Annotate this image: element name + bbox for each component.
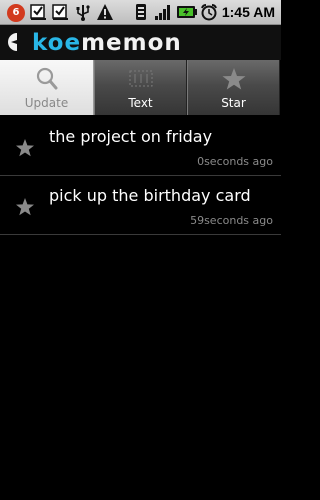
usb-icon: [76, 5, 90, 21]
text-icon: [129, 70, 152, 87]
memo-list: the project on friday 0seconds ago pick …: [0, 117, 281, 235]
tab-bar: Update Text Star: [0, 60, 281, 115]
tab-text[interactable]: Text: [94, 60, 187, 115]
memo-text: the project on friday: [49, 127, 213, 146]
battery-icon: [177, 6, 197, 18]
tab-star[interactable]: Star: [187, 60, 280, 115]
tab-update-label: Update: [24, 96, 69, 110]
tab-update[interactable]: Update: [0, 60, 94, 115]
list-item[interactable]: the project on friday 0seconds ago: [0, 117, 281, 176]
tab-star-label: Star: [221, 96, 246, 110]
memo-text: pick up the birthday card: [49, 186, 251, 205]
alarm-icon: [201, 4, 217, 21]
status-time: 1:45 AM: [221, 4, 275, 20]
list-item[interactable]: pick up the birthday card 59seconds ago: [0, 176, 281, 235]
notification-count: 6: [12, 7, 20, 18]
tab-text-label: Text: [128, 96, 153, 110]
status-bar: 6 1:45 AM: [0, 0, 281, 25]
signal-icon: [155, 5, 170, 20]
star-icon[interactable]: [15, 138, 35, 158]
download-icon: [52, 4, 68, 20]
app-title-bar: koememon: [0, 25, 281, 60]
star-icon[interactable]: [15, 197, 35, 217]
notification-badge-icon: 6: [7, 4, 25, 22]
app-title-accent: koe: [32, 30, 82, 56]
memo-timestamp: 0seconds ago: [197, 155, 273, 168]
app-title: koememon: [32, 28, 182, 58]
memo-timestamp: 59seconds ago: [190, 214, 273, 227]
koe-logo-icon: [8, 33, 22, 51]
search-icon: [36, 67, 57, 90]
star-icon: [222, 68, 245, 90]
vibrate-icon: [136, 4, 146, 20]
warning-icon: [97, 4, 113, 20]
checklist-icon: [30, 4, 46, 20]
app-title-rest: memon: [81, 30, 182, 56]
